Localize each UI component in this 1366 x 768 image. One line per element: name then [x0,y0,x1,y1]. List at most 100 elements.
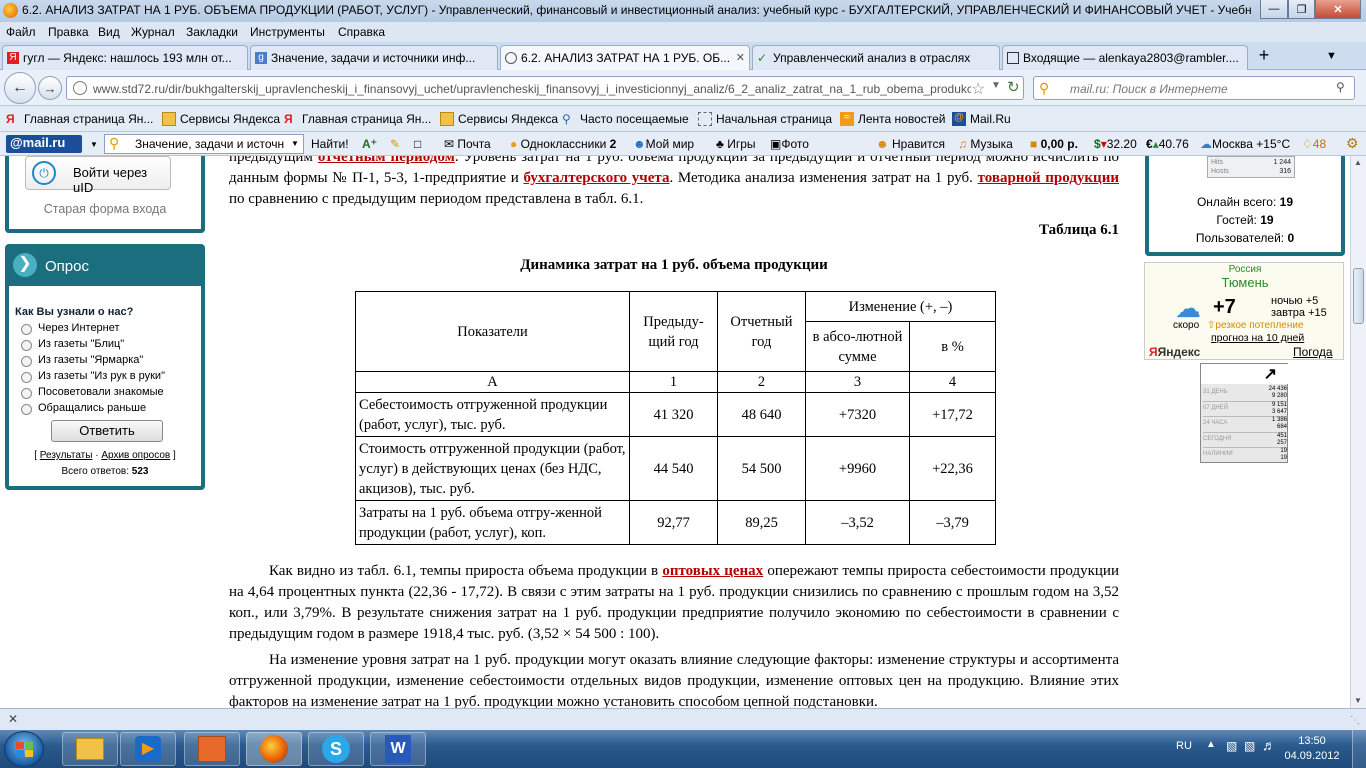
music-link[interactable]: ♫ Музыка [958,137,1013,151]
bookmark-news-feed[interactable]: ≈ Лента новостей [840,112,946,126]
menu-tools[interactable]: Инструменты [250,25,325,39]
old-login-form-link[interactable]: Старая форма входа [9,202,201,216]
weather-widget[interactable]: Россия Тюмень ☁ +7 ночью +5 завтра +15 с… [1144,262,1344,360]
dropdown-icon[interactable]: ▼ [991,80,1001,91]
resize-grip-icon[interactable]: ⋱ [1350,715,1360,726]
taskbar-skype[interactable]: S [308,732,364,766]
vertical-scrollbar[interactable]: ▲ ▼ [1350,156,1366,708]
start-button[interactable] [4,731,44,767]
poll-option[interactable]: Через Интернет [15,322,201,338]
new-tab-button[interactable]: + [1254,46,1274,66]
mail-link[interactable]: ✉ Почта [444,137,491,151]
tab-yandex-search[interactable]: Я гугл — Яндекс: нашлось 193 млн от... [2,45,248,70]
bookmark-mailru[interactable]: @ Mail.Ru [952,112,1011,126]
balance-link[interactable]: ■ 0,00 р. [1030,137,1078,151]
tab-list-icon[interactable]: ▼ [1326,50,1337,62]
menu-bookmarks[interactable]: Закладки [186,25,238,39]
radio-button[interactable] [21,388,32,399]
radio-button[interactable] [21,340,32,351]
taskbar-app[interactable] [184,732,240,766]
archive-link[interactable]: Архив опросов [101,450,170,461]
radio-button[interactable] [21,324,32,335]
network-icon[interactable]: ▧ [1244,739,1255,753]
show-desktop-button[interactable] [1352,730,1366,768]
highlight-icon[interactable]: ✎ [390,137,400,151]
poll-option[interactable]: Посоветовали знакомые [15,386,201,402]
scroll-up-icon[interactable]: ▲ [1354,158,1362,167]
taskbar-explorer[interactable] [62,732,118,766]
weather-link[interactable]: ☁Москва +15°C [1200,137,1290,151]
chevron-down-icon[interactable]: ▼ [291,139,299,148]
bookmark-yandex-home-2[interactable]: Я Главная страница Ян... [284,112,431,126]
close-button[interactable]: ✕ [1315,0,1361,19]
device-icon[interactable]: ▧ [1226,739,1237,753]
minimize-button[interactable]: — [1260,0,1288,19]
games-link[interactable]: ♣ Игры [716,137,756,151]
back-button[interactable]: ← [4,72,36,104]
taskbar-firefox[interactable] [246,732,302,766]
find-button[interactable]: Найти! [311,137,349,151]
photo-link[interactable]: ▣Фото [770,137,809,151]
radio-button[interactable] [21,372,32,383]
close-tab-icon[interactable]: ✕ [736,51,745,64]
reload-icon[interactable]: ↻ [1007,78,1020,96]
poll-option[interactable]: Из газеты "Из рук в руки" [15,370,201,386]
scroll-down-icon[interactable]: ▼ [1354,696,1362,705]
keyword-link[interactable]: товарной продукции [978,170,1119,186]
bookmark-yandex-services-2[interactable]: Сервисы Яндекса [440,112,558,126]
bookmark-start-page[interactable]: Начальная страница [698,112,832,126]
poll-option[interactable]: Из газеты "Ярмарка" [15,354,201,370]
search-engine-icon[interactable]: ⚲ [1039,80,1049,97]
menu-file[interactable]: Файл [6,25,36,39]
tab-google[interactable]: g Значение, задачи и источники инф... [250,45,498,70]
language-indicator[interactable]: RU [1176,740,1192,752]
poll-option[interactable]: Из газеты "Блиц" [15,338,201,354]
mailru-logo[interactable]: @mail.ru [6,135,82,153]
search-icon[interactable]: ⚲ [1336,80,1345,94]
search-input[interactable]: ⚲ mail.ru: Поиск в Интернете ⚲ [1033,76,1355,100]
font-size-icon[interactable]: A⁺ [362,137,377,151]
answer-button[interactable]: Ответить [51,420,163,442]
keyword-link[interactable]: оптовых ценах [662,563,763,579]
weather-link[interactable]: Погода [1293,345,1333,359]
eur-rate[interactable]: €▴40.76 [1146,137,1189,151]
forward-button[interactable]: → [38,76,62,100]
tab-management[interactable]: ✓ Управленческий анализ в отраслях [752,45,1000,70]
keyword-link[interactable]: бухгалтерского учета [523,170,669,186]
yandex-logo[interactable]: ЯЯндекс [1149,345,1200,359]
radio-button[interactable] [21,356,32,367]
volume-icon[interactable]: ♬ [1262,737,1276,753]
usd-rate[interactable]: $▾32.20 [1094,137,1137,151]
show-hidden-icons[interactable]: ▲ [1206,739,1216,750]
liveinternet-counter[interactable]: ↗ 31 ДЕНЬ 24 436 9 280 07 ДНЕЙ 9 151 3 647 2… [1200,363,1289,463]
bookmark-yandex-services[interactable]: Сервисы Яндекса [162,112,280,126]
menu-history[interactable]: Журнал [131,25,175,39]
results-link[interactable]: Результаты [40,450,93,461]
uid-login-button[interactable]: ⏻ Войти через uID [25,156,171,195]
bookmark-most-visited[interactable]: ⚲ Часто посещаемые [562,112,689,126]
site-identity-icon[interactable] [73,81,87,95]
notifications-link[interactable]: ♢48 [1302,137,1326,151]
tab-current[interactable]: 6.2. АНАЛИЗ ЗАТРАТ НА 1 РУБ. ОБ... ✕ [500,45,750,71]
scroll-thumb[interactable] [1353,268,1364,324]
tab-rambler-mail[interactable]: Входящие — alenkaya2803@rambler.... [1002,45,1248,70]
poll-option[interactable]: Обращались раньше [15,402,201,418]
my-world-link[interactable]: ☻Мой мир [633,137,694,151]
weather-10day-link[interactable]: прогноз на 10 дней [1211,332,1304,344]
page-tool-icon[interactable]: □ [414,137,421,151]
menu-help[interactable]: Справка [338,25,385,39]
taskbar-word[interactable]: W [370,732,426,766]
url-bar[interactable]: www.std72.ru/dir/bukhgalterskij_upravlen… [66,76,1024,100]
radio-button[interactable] [21,404,32,415]
menu-edit[interactable]: Правка [48,25,89,39]
bookmark-yandex-home[interactable]: Я Главная страница Ян... [6,112,153,126]
like-link[interactable]: ☻ Нравится [876,137,945,151]
hits-counter[interactable]: Hits 1 244 Hosts 316 [1207,156,1295,178]
logo-menu-icon[interactable]: ▼ [90,140,98,149]
gear-icon[interactable]: ⚙ [1346,135,1359,152]
maximize-button[interactable]: ❐ [1288,0,1315,19]
menu-view[interactable]: Вид [98,25,120,39]
mailru-search-input[interactable]: ⚲ Значение, задачи и источн ▼ [104,134,304,154]
star-icon[interactable]: ☆ [971,79,986,99]
taskbar-media-player[interactable]: ▶ [120,732,176,766]
